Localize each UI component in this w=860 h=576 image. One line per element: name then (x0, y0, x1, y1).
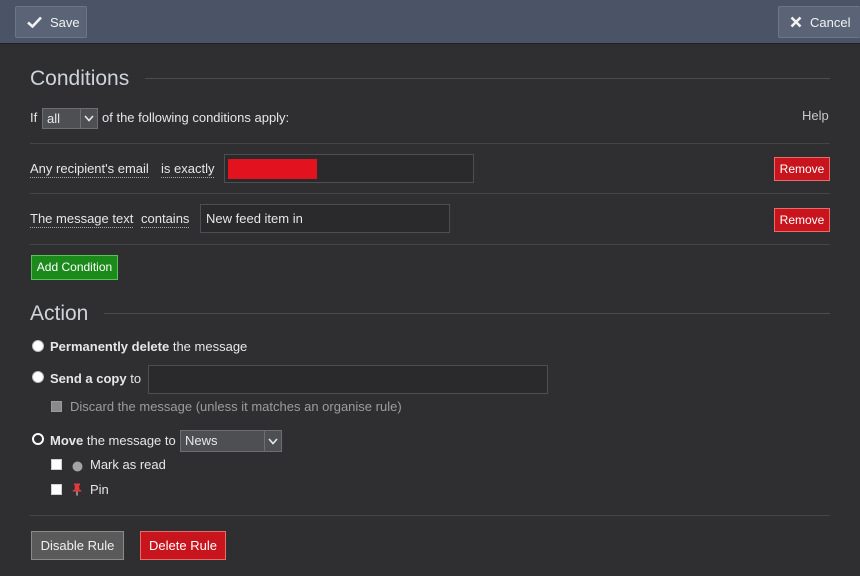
action-title: Action (30, 302, 89, 325)
condition-prefix: If (30, 110, 38, 125)
copy-radio[interactable] (32, 371, 44, 383)
divider (30, 244, 830, 245)
divider (30, 193, 830, 194)
save-button[interactable]: Save (15, 6, 87, 38)
discard-checkbox[interactable] (51, 401, 62, 412)
copy-address-input[interactable] (148, 365, 548, 394)
move-folder-select[interactable]: News (180, 430, 282, 452)
pushpin-icon (72, 483, 82, 499)
delete-radio[interactable] (32, 340, 44, 352)
delete-option-bold: Permanently delete (50, 339, 170, 354)
chevron-down-icon (264, 431, 281, 451)
condition-field-link[interactable]: The message text (30, 211, 134, 228)
cancel-button[interactable]: Cancel (778, 6, 860, 38)
copy-option-rest: to (130, 371, 142, 386)
pin-checkbox[interactable] (51, 484, 62, 495)
mark-read-checkbox[interactable] (51, 459, 62, 470)
cancel-label: Cancel (810, 14, 851, 30)
conditions-rule (145, 78, 830, 79)
help-link[interactable]: Help (802, 108, 829, 123)
pin-label: Pin (90, 482, 109, 497)
move-radio[interactable] (32, 433, 44, 445)
divider (30, 515, 830, 516)
condition-operator-link[interactable]: contains (141, 211, 190, 228)
save-label: Save (50, 14, 80, 30)
remove-condition-button[interactable]: Remove (774, 157, 830, 181)
mark-read-label: Mark as read (90, 457, 166, 472)
condition-operator-link[interactable]: is exactly (161, 161, 215, 178)
divider (30, 143, 830, 144)
add-condition-button[interactable]: Add Condition (31, 255, 118, 280)
dot-icon (72, 460, 83, 475)
chevron-down-icon (80, 109, 97, 128)
delete-option-rest: the message (172, 339, 248, 354)
copy-option-label: Send a copy to (50, 371, 141, 386)
move-option-rest: the message to (86, 433, 176, 448)
move-folder-value: News (185, 433, 218, 448)
condition-field-link[interactable]: Any recipient's email (30, 161, 149, 178)
condition-suffix: of the following conditions apply: (102, 110, 290, 125)
close-icon (790, 16, 802, 28)
delete-option-label: Permanently delete the message (50, 339, 247, 354)
conditions-title: Conditions (30, 67, 130, 90)
disable-rule-button[interactable]: Disable Rule (31, 531, 124, 560)
redacted-email (228, 159, 317, 179)
move-option-label: Move the message to (50, 433, 176, 448)
delete-rule-button[interactable]: Delete Rule (140, 531, 226, 560)
discard-label: Discard the message (unless it matches a… (70, 399, 402, 414)
copy-option-bold: Send a copy (50, 371, 127, 386)
match-mode-value: all (47, 111, 61, 126)
toolbar: Save Cancel (0, 0, 860, 44)
condition-value-input[interactable]: New feed item in (200, 204, 450, 233)
checkmark-icon (27, 16, 42, 28)
action-rule (104, 313, 830, 314)
match-mode-select[interactable]: all (42, 108, 98, 129)
remove-condition-button[interactable]: Remove (774, 208, 830, 232)
move-option-bold: Move (50, 433, 84, 448)
